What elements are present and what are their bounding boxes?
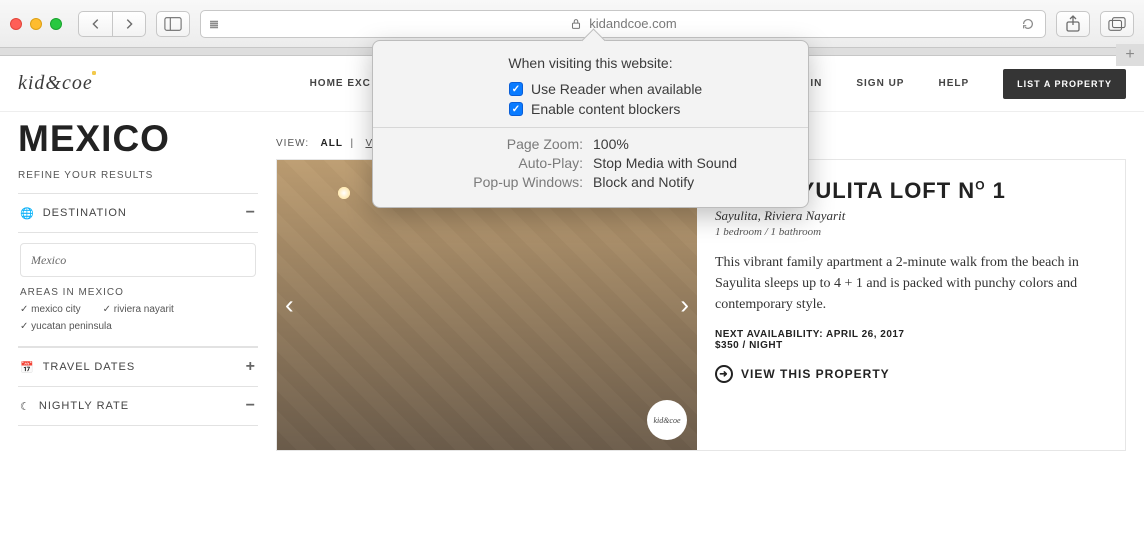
auto-play-row[interactable]: Auto-Play: Stop Media with Sound (393, 155, 788, 171)
expand-icon: + (246, 358, 256, 376)
view-all[interactable]: ALL (321, 138, 343, 149)
collapse-icon: − (246, 204, 256, 222)
calendar-icon: 📅 (20, 361, 35, 374)
listing-price: $350 / NIGHT (715, 340, 1103, 351)
view-label: VIEW: (276, 138, 309, 149)
brand-badge: kid&coe (647, 400, 687, 440)
chevron-right-icon (122, 17, 136, 31)
window-controls (10, 18, 62, 30)
facet-destination-label: DESTINATION (43, 207, 127, 219)
page-zoom-row[interactable]: Page Zoom: 100% (393, 136, 788, 152)
moon-icon: ☾ (20, 400, 31, 413)
forward-button[interactable] (112, 11, 146, 37)
destination-input[interactable] (20, 243, 256, 277)
view-property-link[interactable]: ➜ VIEW THIS PROPERTY (715, 365, 1103, 383)
lock-icon (569, 17, 583, 31)
page-zoom-key: Page Zoom: (393, 136, 583, 152)
reload-icon (1021, 17, 1035, 31)
content-blockers-row[interactable]: ✓ Enable content blockers (509, 101, 788, 117)
next-photo-button[interactable]: › (680, 290, 689, 321)
facet-destination-header[interactable]: 🌐 DESTINATION − (18, 193, 258, 233)
url-text: kidandcoe.com (589, 16, 676, 31)
minimize-window-button[interactable] (30, 18, 42, 30)
site-logo[interactable]: kid&coe (18, 72, 93, 95)
area-option[interactable]: riviera nayarit (103, 304, 174, 315)
facet-nightly-rate-label: NIGHTLY RATE (39, 400, 129, 412)
area-option[interactable]: yucatan peninsula (20, 321, 112, 332)
chevron-left-icon (89, 17, 103, 31)
close-window-button[interactable] (10, 18, 22, 30)
divider (373, 127, 808, 128)
nav-back-forward (78, 11, 146, 37)
use-reader-label: Use Reader when available (531, 81, 702, 97)
refine-label: REFINE YOUR RESULTS (18, 170, 258, 181)
auto-play-key: Auto-Play: (393, 155, 583, 171)
view-property-label: VIEW THIS PROPERTY (741, 367, 890, 381)
listing-description: This vibrant family apartment a 2-minute… (715, 252, 1103, 315)
reader-icon[interactable]: ≣ (209, 17, 220, 31)
use-reader-row[interactable]: ✓ Use Reader when available (509, 81, 788, 97)
website-settings-popover: When visiting this website: ✓ Use Reader… (372, 40, 809, 208)
arrow-circle-icon: ➜ (715, 365, 733, 383)
popover-title: When visiting this website: (393, 55, 788, 71)
popup-windows-value: Block and Notify (593, 174, 694, 190)
popup-windows-key: Pop-up Windows: (393, 174, 583, 190)
show-tabs-button[interactable] (1100, 11, 1134, 37)
nav-home-exchange[interactable]: HOME EXC (310, 78, 371, 89)
areas-heading: AREAS IN MEXICO (20, 287, 256, 298)
sidebar-icon (164, 15, 182, 33)
share-button[interactable] (1056, 11, 1090, 37)
filter-sidebar: MEXICO REFINE YOUR RESULTS 🌐 DESTINATION… (18, 118, 258, 451)
facet-nightly-rate[interactable]: ☾ NIGHTLY RATE − (18, 387, 258, 426)
listing-location: Sayulita, Riviera Nayarit (715, 208, 1103, 224)
collapse-icon: − (246, 397, 256, 415)
listing-beds: 1 bedroom / 1 bathroom (715, 226, 1103, 238)
globe-icon: 🌐 (20, 207, 35, 220)
checkbox-checked-icon[interactable]: ✓ (509, 82, 523, 96)
list-property-button[interactable]: LIST A PROPERTY (1003, 69, 1126, 99)
listing-availability: NEXT AVAILABILITY: APRIL 26, 2017 (715, 329, 1103, 340)
area-option[interactable]: mexico city (20, 304, 81, 315)
auto-play-value: Stop Media with Sound (593, 155, 737, 171)
popup-windows-row[interactable]: Pop-up Windows: Block and Notify (393, 174, 788, 190)
content-blockers-label: Enable content blockers (531, 101, 680, 117)
facet-travel-dates[interactable]: 📅 TRAVEL DATES + (18, 347, 258, 387)
back-button[interactable] (78, 11, 112, 37)
address-bar[interactable]: ≣ kidandcoe.com (200, 10, 1046, 38)
share-icon (1064, 15, 1082, 33)
reload-button[interactable] (1021, 17, 1035, 31)
tabs-icon (1108, 15, 1126, 33)
facet-travel-dates-label: TRAVEL DATES (43, 361, 135, 373)
sidebar-button[interactable] (156, 11, 190, 37)
nav-help[interactable]: HELP (938, 78, 969, 89)
prev-photo-button[interactable]: ‹ (285, 290, 294, 321)
zoom-window-button[interactable] (50, 18, 62, 30)
page-title: MEXICO (18, 118, 258, 160)
page-zoom-value: 100% (593, 136, 629, 152)
checkbox-checked-icon[interactable]: ✓ (509, 102, 523, 116)
destination-panel: AREAS IN MEXICO mexico city riviera naya… (18, 233, 258, 347)
nav-sign-up[interactable]: SIGN UP (856, 78, 904, 89)
